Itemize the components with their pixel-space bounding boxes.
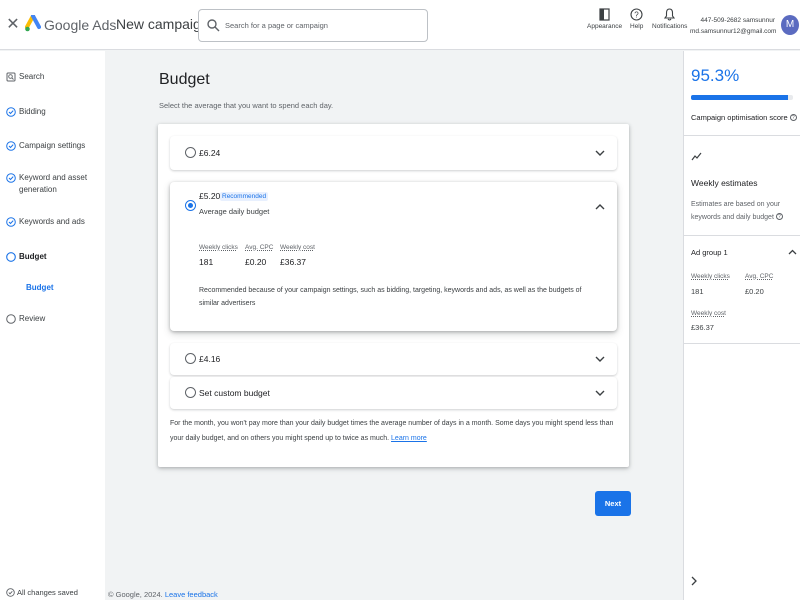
monthly-budget-note: For the month, you won't pay more than y…	[170, 416, 622, 446]
page-title: Budget	[159, 71, 210, 88]
check-circle-icon	[6, 173, 16, 183]
account-id: 447-509-2682 samsunnur	[700, 17, 775, 24]
help-icon[interactable]: ?	[775, 213, 783, 220]
close-icon[interactable]: ✕	[6, 15, 20, 35]
sidebar-item-label: Search	[19, 72, 45, 81]
budget-option-label: £4.16	[199, 354, 221, 364]
cloud-check-icon	[6, 588, 15, 597]
metric-value: £36.37	[691, 323, 714, 332]
weekly-estimates-description: Estimates are based on your keywords and…	[691, 198, 796, 224]
search-input[interactable]	[225, 17, 420, 34]
metric-label: Weekly clicks	[199, 244, 238, 251]
footer: © Google, 2024. Leave feedback	[108, 590, 218, 599]
budget-option-1[interactable]: £6.24	[170, 136, 617, 170]
divider	[684, 135, 800, 136]
budget-option-recommended[interactable]: £5.20 Recommended Average daily budget W…	[170, 182, 617, 331]
metric-label: Weekly cost	[691, 310, 726, 317]
sidebar: Search Bidding Campaign settings Keyword…	[0, 51, 105, 600]
search-icon	[207, 19, 220, 32]
appearance-label: Appearance	[587, 23, 623, 30]
right-panel: 95.3% Campaign optimisation score? Weekl…	[683, 51, 800, 600]
budget-option-label: £5.20	[199, 191, 221, 201]
chevron-up-icon[interactable]	[595, 203, 605, 210]
leave-feedback-link[interactable]: Leave feedback	[165, 590, 218, 599]
metric-label: Weekly cost	[280, 244, 315, 251]
page-subtitle: Select the average that you want to spen…	[159, 101, 334, 110]
chevron-down-icon[interactable]	[595, 150, 605, 157]
account-info[interactable]: 447-509-2682 samsunnur md.samsunnur12@gm…	[690, 15, 777, 37]
sidebar-item-label: Bidding	[19, 107, 46, 116]
help-label: Help	[630, 23, 644, 30]
metric-value: £36.37	[280, 257, 306, 267]
metric-label: Avg. CPC	[245, 244, 274, 251]
account-email: md.samsunnur12@gmail.com	[690, 28, 777, 35]
metric-value: 181	[691, 287, 704, 296]
chevron-down-icon[interactable]	[595, 356, 605, 363]
optimisation-score-label: Campaign optimisation score	[691, 113, 788, 122]
budget-option-custom[interactable]: Set custom budget	[170, 377, 617, 409]
appearance-icon	[599, 8, 610, 21]
budget-option-sublabel: Average daily budget	[199, 207, 270, 216]
budget-option-3[interactable]: £4.16	[170, 343, 617, 375]
learn-more-link[interactable]: Learn more	[391, 435, 427, 442]
check-circle-icon	[6, 141, 16, 151]
avatar[interactable]: M	[781, 15, 799, 35]
sidebar-item-label: Keywords and ads	[19, 217, 85, 226]
appearance-button[interactable]: Appearance	[587, 8, 622, 30]
ad-group-title: Ad group 1	[691, 248, 728, 257]
metric-value: £0.20	[745, 287, 764, 296]
brand-name: Google Ads	[44, 17, 117, 33]
budget-card: £6.24 £5.20 Recommended Average daily bu…	[158, 124, 629, 467]
recommendation-reason: Recommended because of your campaign set…	[199, 287, 582, 307]
divider	[684, 343, 800, 344]
radio-button[interactable]	[185, 387, 196, 398]
chevron-right-icon[interactable]	[690, 576, 698, 586]
help-icon: ?	[630, 8, 643, 21]
chevron-up-icon[interactable]	[788, 249, 797, 255]
sidebar-item-label: Budget	[19, 252, 47, 261]
radio-button-selected[interactable]	[185, 200, 196, 211]
optimisation-score: 95.3%	[691, 66, 740, 85]
search-step-icon	[6, 72, 16, 82]
google-ads-logo	[25, 15, 41, 32]
chevron-down-icon[interactable]	[595, 390, 605, 397]
check-circle-icon	[6, 107, 16, 117]
optimisation-score-fill	[691, 95, 789, 100]
metric-label: Avg. CPC	[745, 273, 774, 280]
notifications-label: Notifications	[652, 23, 688, 30]
copyright-text: © Google, 2024.	[108, 590, 163, 599]
trend-line-icon	[691, 152, 702, 161]
metric-value: 181	[199, 257, 214, 267]
campaign-title: New campaign	[116, 16, 209, 32]
radio-button[interactable]	[185, 353, 196, 364]
optimisation-score-bar	[691, 95, 793, 100]
search-box[interactable]	[198, 9, 428, 42]
save-status-text: All changes saved	[17, 588, 78, 597]
radio-button[interactable]	[185, 147, 196, 158]
notifications-button[interactable]: Notifications	[652, 8, 687, 30]
recommended-badge: Recommended	[220, 192, 269, 201]
svg-text:?: ?	[634, 11, 639, 20]
divider	[684, 235, 800, 236]
bell-icon	[664, 8, 676, 21]
sidebar-item-label: Campaign settings	[19, 141, 86, 150]
budget-option-label: Set custom budget	[199, 388, 270, 398]
check-circle-icon	[6, 217, 16, 227]
budget-option-label: £6.24	[199, 148, 221, 158]
top-bar: ✕ Google Ads New campaign Appearance ? H…	[0, 0, 800, 50]
next-button[interactable]: Next	[595, 491, 631, 516]
sidebar-item-label: Review	[19, 314, 46, 323]
help-button[interactable]: ? Help	[630, 8, 643, 30]
metric-value: £0.20	[245, 257, 267, 267]
sidebar-item-label: Keyword and asset generation	[19, 173, 88, 194]
weekly-estimates-description-text: Estimates are based on your keywords and…	[691, 201, 781, 221]
help-icon[interactable]: ?	[789, 114, 797, 121]
weekly-estimates-title: Weekly estimates	[691, 178, 758, 188]
optimisation-score-label-row: Campaign optimisation score?	[691, 113, 797, 122]
sidebar-subitem-budget[interactable]: Budget	[26, 283, 54, 292]
current-step-icon	[6, 252, 16, 262]
metric-label: Weekly clicks	[691, 273, 730, 280]
empty-circle-icon	[6, 314, 16, 324]
